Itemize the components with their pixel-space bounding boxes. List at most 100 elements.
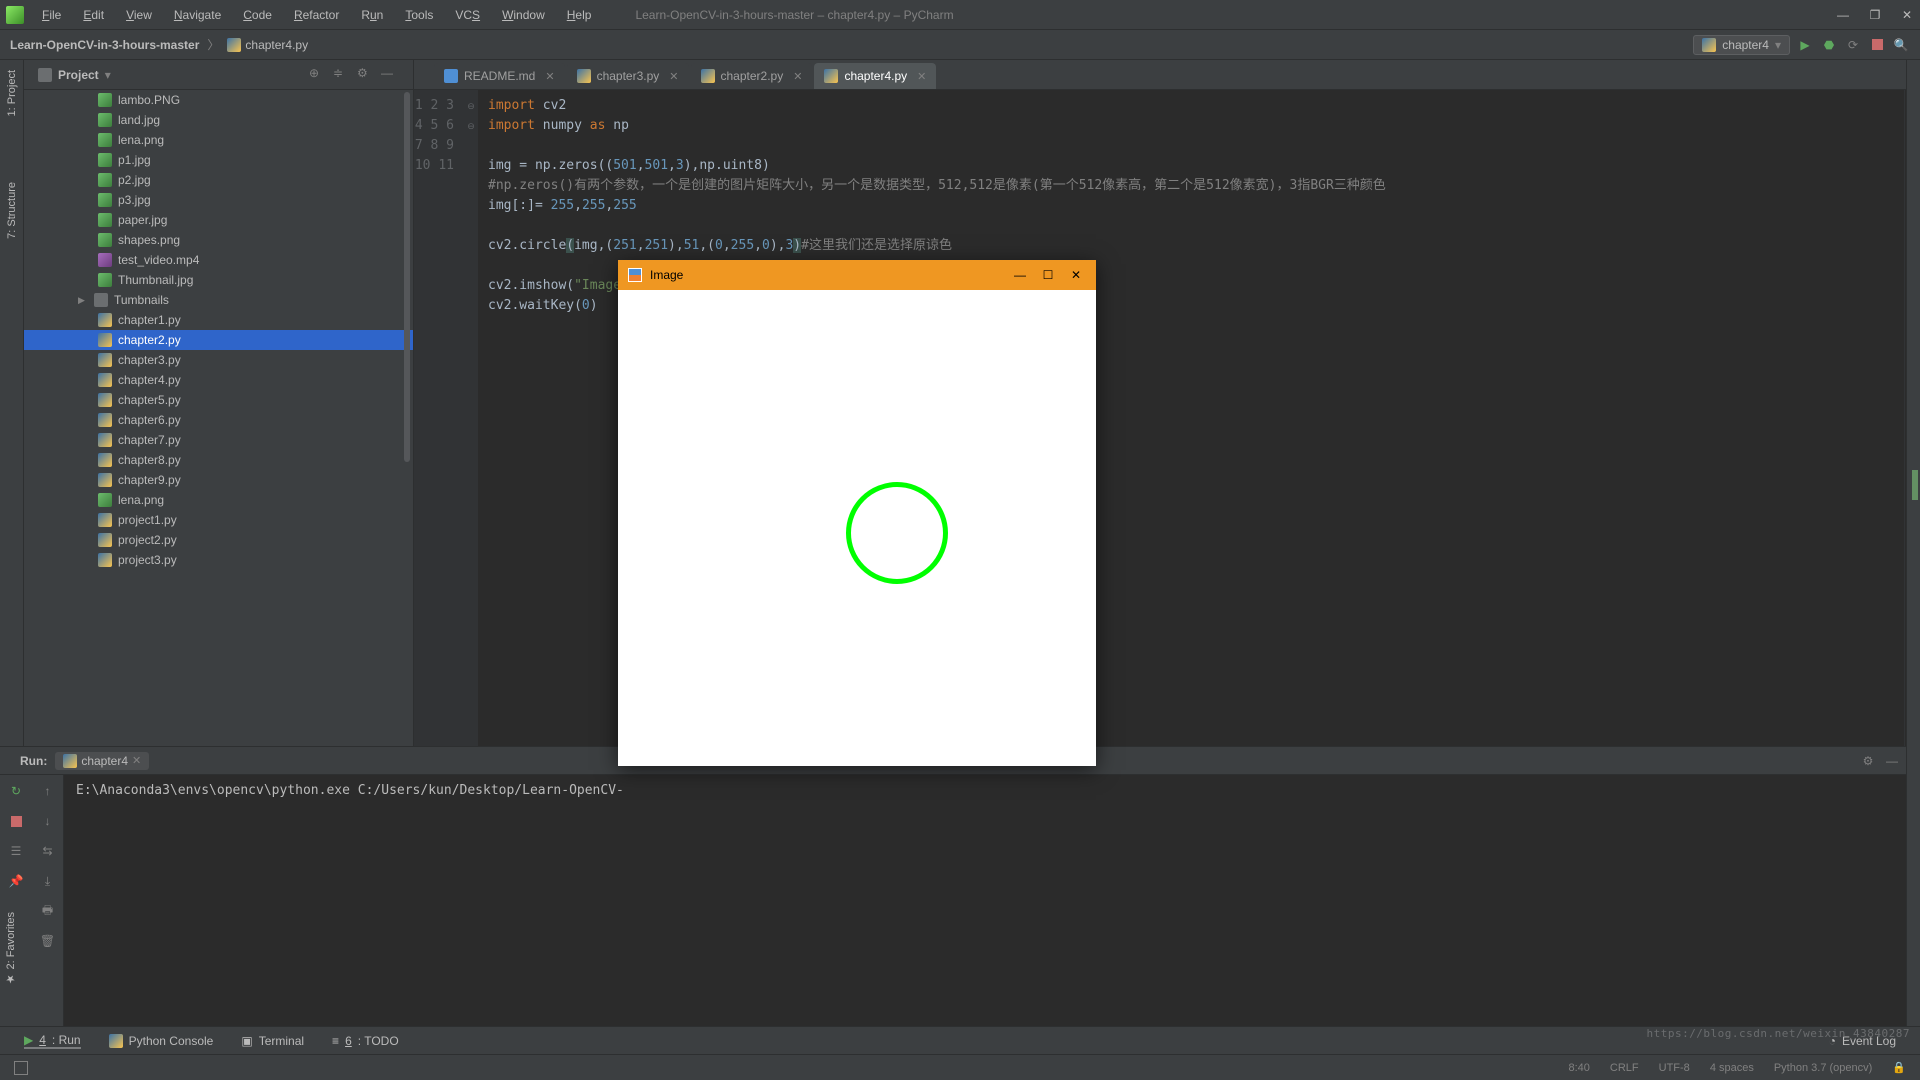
menu-window[interactable]: Window [498, 6, 549, 24]
tree-item-project2.py[interactable]: project2.py [24, 530, 413, 550]
window-maximize-icon[interactable]: ☐ [1038, 265, 1058, 285]
caret-down-icon[interactable]: ▾ [105, 68, 111, 82]
pin-button[interactable]: 📌 [8, 873, 24, 889]
search-everywhere-button[interactable]: 🔍 [1892, 36, 1910, 54]
close-icon[interactable]: ✕ [669, 70, 678, 83]
window-minimize-icon[interactable]: — [1836, 8, 1850, 22]
toolstrip-run[interactable]: ▶ 4: Run [24, 1033, 81, 1049]
tree-item-chapter8.py[interactable]: chapter8.py [24, 450, 413, 470]
stop-button[interactable] [8, 813, 24, 829]
tree-item-chapter1.py[interactable]: chapter1.py [24, 310, 413, 330]
indent-setting[interactable]: 4 spaces [1710, 1062, 1754, 1074]
tree-item-project1.py[interactable]: project1.py [24, 510, 413, 530]
menu-tools[interactable]: Tools [401, 6, 437, 24]
menu-vcs[interactable]: VCS [451, 6, 484, 24]
trash-icon[interactable]: 🗑 [40, 933, 56, 949]
tree-item-chapter6.py[interactable]: chapter6.py [24, 410, 413, 430]
console-output[interactable]: E:\Anaconda3\envs\opencv\python.exe C:/U… [64, 775, 1920, 1026]
breadcrumb-file[interactable]: chapter4.py [227, 38, 308, 52]
tree-item-chapter7.py[interactable]: chapter7.py [24, 430, 413, 450]
tree-item-label: chapter2.py [118, 333, 181, 347]
menu-refactor[interactable]: Refactor [290, 6, 343, 24]
window-restore-icon[interactable]: ❐ [1868, 8, 1882, 22]
toolstrip-terminal[interactable]: ▣ Terminal [241, 1034, 304, 1048]
fold-marker-icon[interactable]: ⊖ [464, 96, 478, 116]
tree-item-lena.png[interactable]: lena.png [24, 490, 413, 510]
menu-run[interactable]: Run [357, 6, 387, 24]
tree-item-chapter9.py[interactable]: chapter9.py [24, 470, 413, 490]
caret-right-icon[interactable]: ▶ [78, 295, 88, 306]
tree-item-p3.jpg[interactable]: p3.jpg [24, 190, 413, 210]
hide-button[interactable]: — [381, 66, 399, 84]
menu-edit[interactable]: Edit [79, 6, 108, 24]
close-icon[interactable]: ✕ [793, 70, 802, 83]
tree-item-chapter3.py[interactable]: chapter3.py [24, 350, 413, 370]
close-icon[interactable]: ✕ [917, 70, 926, 83]
menu-code[interactable]: Code [239, 6, 276, 24]
locate-button[interactable]: ⊕ [309, 66, 327, 84]
sidebar-tab-favorites[interactable]: ★ 2: Favorites [0, 908, 21, 990]
settings-icon[interactable]: ⚙ [357, 66, 375, 84]
imgwin-titlebar[interactable]: Image — ☐ ✕ [618, 260, 1096, 290]
tree-item-Tumbnails[interactable]: ▶Tumbnails [24, 290, 413, 310]
close-icon[interactable]: ✕ [132, 754, 141, 767]
editor-tab-README.md[interactable]: README.md✕ [434, 63, 565, 89]
wrap-button[interactable]: ⇆ [40, 843, 56, 859]
window-close-icon[interactable]: ✕ [1066, 265, 1086, 285]
sidebar-tab-project[interactable]: 1: Project [6, 70, 18, 116]
close-icon[interactable]: ✕ [545, 70, 554, 83]
cursor-position[interactable]: 8:40 [1568, 1062, 1589, 1074]
print-button[interactable]: 🖶 [40, 903, 56, 919]
tree-item-chapter2.py[interactable]: chapter2.py [24, 330, 413, 350]
fold-marker-icon[interactable]: ⊖ [464, 116, 478, 136]
python-interpreter[interactable]: Python 3.7 (opencv) [1774, 1062, 1872, 1074]
window-close-icon[interactable]: ✕ [1900, 8, 1914, 22]
coverage-button[interactable]: ⟳ [1844, 36, 1862, 54]
imgwin-canvas [618, 290, 1096, 766]
tree-item-p2.jpg[interactable]: p2.jpg [24, 170, 413, 190]
tree-item-Thumbnail.jpg[interactable]: Thumbnail.jpg [24, 270, 413, 290]
run-configuration-selector[interactable]: chapter4 ▾ [1693, 35, 1790, 55]
menu-view[interactable]: View [122, 6, 156, 24]
window-minimize-icon[interactable]: — [1010, 265, 1030, 285]
tree-item-lena.png[interactable]: lena.png [24, 130, 413, 150]
settings-icon[interactable]: ⚙ [1860, 753, 1876, 769]
stop-button[interactable] [1868, 36, 1886, 54]
hide-button[interactable]: — [1884, 753, 1900, 769]
collapse-all-button[interactable]: ≑ [333, 66, 351, 84]
toolstrip-todo[interactable]: ≡ 6: TODO [332, 1034, 399, 1048]
debug-button[interactable]: ⬣ [1820, 36, 1838, 54]
tree-item-p1.jpg[interactable]: p1.jpg [24, 150, 413, 170]
project-tree[interactable]: lambo.PNGland.jpglena.pngp1.jpgp2.jpgp3.… [24, 90, 413, 746]
breadcrumb-project[interactable]: Learn-OpenCV-in-3-hours-master [10, 38, 199, 52]
scroll-to-end-button[interactable]: ⤓ [40, 873, 56, 889]
scrollbar-thumb[interactable] [404, 92, 410, 462]
tree-item-chapter5.py[interactable]: chapter5.py [24, 390, 413, 410]
tree-item-lambo.PNG[interactable]: lambo.PNG [24, 90, 413, 110]
tree-item-land.jpg[interactable]: land.jpg [24, 110, 413, 130]
tree-item-chapter4.py[interactable]: chapter4.py [24, 370, 413, 390]
menu-file[interactable]: File [38, 6, 65, 24]
encoding[interactable]: UTF-8 [1659, 1062, 1690, 1074]
editor-tab-chapter2.py[interactable]: chapter2.py✕ [691, 63, 813, 89]
tree-item-test_video.mp4[interactable]: test_video.mp4 [24, 250, 413, 270]
toolstrip-python-console[interactable]: Python Console [109, 1034, 214, 1048]
error-stripe-marks [1912, 470, 1918, 500]
editor-tab-chapter3.py[interactable]: chapter3.py✕ [567, 63, 689, 89]
run-button[interactable]: ▶ [1796, 36, 1814, 54]
menu-help[interactable]: Help [563, 6, 596, 24]
rerun-button[interactable]: ↻ [8, 783, 24, 799]
up-icon[interactable]: ↑ [40, 783, 56, 799]
editor-tab-chapter4.py[interactable]: chapter4.py✕ [814, 63, 936, 89]
down-icon[interactable]: ↓ [40, 813, 56, 829]
tree-item-paper.jpg[interactable]: paper.jpg [24, 210, 413, 230]
layout-button[interactable]: ☰ [8, 843, 24, 859]
tree-item-shapes.png[interactable]: shapes.png [24, 230, 413, 250]
tree-item-project3.py[interactable]: project3.py [24, 550, 413, 570]
toolwindow-toggle-icon[interactable] [14, 1061, 28, 1075]
line-ending[interactable]: CRLF [1610, 1062, 1639, 1074]
menu-navigate[interactable]: Navigate [170, 6, 225, 24]
run-tab[interactable]: chapter4 ✕ [55, 752, 149, 770]
lock-icon[interactable]: 🔒 [1892, 1061, 1906, 1074]
sidebar-tab-structure[interactable]: 7: Structure [6, 182, 18, 239]
